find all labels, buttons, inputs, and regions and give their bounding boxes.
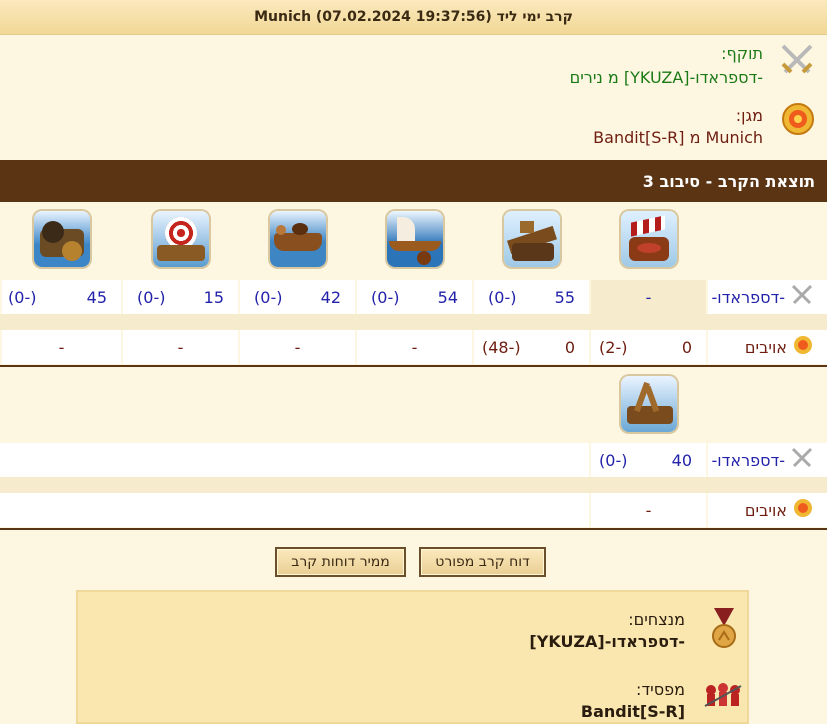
loser-value[interactable]: Bandit[S-R] [581,702,685,721]
defender-section: מגן: Munich מ Bandit[S-R] [0,98,827,158]
enemy-name-cell: אויבים [706,330,827,364]
defender-label: מגן: [735,106,763,125]
unit-cell [355,202,472,280]
wave2-units-row [0,367,827,443]
attacker-section: תוקף: -דספראדו-[YKUZA] מ נירים [0,36,827,96]
unit-loss: (-0) [8,287,37,307]
enemy-name: אויבים [744,337,787,357]
row-spacer [0,477,827,493]
unit-loss: (-0) [599,450,628,470]
ballista-ship-icon[interactable] [386,211,443,267]
unit-count: 15 [203,287,224,307]
unit-count: 0 [681,337,692,357]
attacker-label: תוקף: [721,44,763,63]
unit-count: - [645,500,652,520]
unit-stat-cell: 54 (-0) [355,280,472,314]
winners-value[interactable]: -דספראדו-[YKUZA] [529,632,685,651]
row-spacer [0,314,827,330]
battle-result-box: מנצחים: -דספראדו-[YKUZA] מפסיד: Bandit[S… [76,590,749,724]
mortar-ship-icon[interactable] [33,211,90,267]
unit-count: - [645,287,652,307]
unit-cell [589,202,706,280]
unit-stat-cell: - [238,330,355,364]
unit-count: 0 [564,337,575,357]
report-title: קרב ימי ליד Munich (07.02.2024 19:37:56) [0,0,827,35]
unit-cell [121,202,238,280]
unit-cell [238,202,355,280]
wave2-player-row: -דספראדו- 40 (-0) [0,443,827,477]
medal-icon [709,606,739,648]
unit-count: - [58,337,65,357]
enemy-name-cell: אויבים [706,493,827,527]
unit-stat-cell: 0 (-48) [472,330,589,364]
unit-loss: (-0) [488,287,517,307]
crossed-swords-icon [791,284,813,310]
paddle-ship-icon[interactable] [269,211,326,267]
unit-stat-cell: - [589,493,706,527]
wave1-player-row: -דספראדו- - 55 (-0) 54 (-0) 42 (-0) 15 (… [0,280,827,314]
unit-count: - [294,337,301,357]
unit-count: 54 [437,287,458,307]
target-icon [793,498,813,522]
player-name-cell: -דספראדו- [706,280,827,314]
unit-loss: (-0) [137,287,166,307]
unit-count: 45 [86,287,107,307]
wave2-enemy-row: אויבים - [0,493,827,527]
ram-ship-icon[interactable] [503,211,560,267]
fire-ship-icon[interactable] [620,211,677,267]
unit-stat-cell: 40 (-0) [589,443,706,477]
unit-stat-cell: - [589,280,706,314]
defender-name[interactable]: Munich מ Bandit[S-R] [593,128,763,147]
unit-cell [472,202,589,280]
unit-stat-cell: 42 (-0) [238,280,355,314]
wave-separator [0,528,827,530]
enemy-name: אויבים [744,500,787,520]
unit-stat-cell: - [121,330,238,364]
wave1-units-row [0,202,827,280]
unit-loss: (-48) [482,337,521,357]
player-name[interactable]: -דספראדו- [712,451,785,470]
unit-stat-cell: 0 (-2) [589,330,706,364]
attacker-name[interactable]: -דספראדו-[YKUZA] מ נירים [570,68,763,87]
round-header: תוצאת הקרב - סיבוב 3 [0,160,827,202]
catapult-ship-icon[interactable] [152,211,209,267]
loser-label: מפסיד: [636,680,685,699]
unit-count: - [177,337,184,357]
crossed-swords-icon [791,447,813,473]
unit-header-blank [706,367,827,443]
unit-loss: (-0) [371,287,400,307]
unit-loss: (-2) [599,337,628,357]
unit-count: 40 [671,450,692,470]
winners-label: מנצחים: [628,610,685,629]
report-converter-button[interactable]: ממיר דוחות קרב [275,547,406,577]
unit-cell [589,367,706,443]
player-name-cell: -דספראדו- [706,443,827,477]
unit-stat-cell: - [355,330,472,364]
unit-loss: (-0) [254,287,283,307]
defeated-soldiers-icon [703,680,743,712]
target-icon [793,335,813,359]
unit-cell [0,202,121,280]
player-name[interactable]: -דספראדו- [712,288,785,307]
target-shield-icon [779,102,815,138]
wave1-enemy-row: אויבים 0 (-2) 0 (-48) - - - - [0,330,827,364]
unit-stat-cell: 15 (-0) [121,280,238,314]
unit-header-blank [706,202,827,280]
unit-stat-cell: 45 (-0) [0,280,121,314]
unit-count: 55 [554,287,575,307]
unit-count: 42 [320,287,341,307]
unit-count: - [411,337,418,357]
diving-boat-icon[interactable] [620,376,677,432]
detailed-report-button[interactable]: דוח קרב מפורט [419,547,546,577]
unit-stat-cell: - [0,330,121,364]
unit-stat-cell: 55 (-0) [472,280,589,314]
crossed-swords-icon [779,42,815,78]
